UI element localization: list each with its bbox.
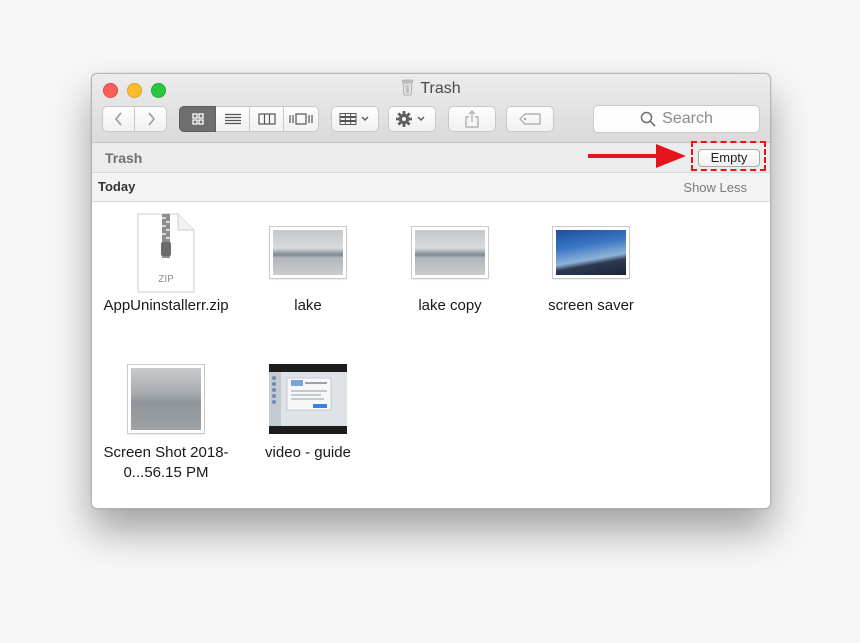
- file-item[interactable]: lake: [238, 210, 378, 316]
- photo-thumbnail: [128, 365, 204, 433]
- trash-icon: [401, 79, 414, 101]
- current-location-label: Trash: [105, 150, 143, 166]
- file-name: screen saver: [548, 297, 634, 314]
- share-button[interactable]: [448, 106, 496, 132]
- tag-button[interactable]: [506, 106, 554, 132]
- file-item[interactable]: lake copy: [380, 210, 520, 316]
- file-thumbnail: [96, 357, 236, 443]
- view-mode-control: [179, 106, 319, 132]
- file-thumbnail: [521, 210, 661, 296]
- window-title: Trash: [92, 79, 770, 99]
- file-item[interactable]: video - guide: [238, 357, 378, 463]
- search-field[interactable]: Search: [593, 105, 760, 133]
- window-title-text: Trash: [420, 80, 461, 97]
- finder-window: Trash Search Trash Empty Today Show Less…: [91, 73, 771, 509]
- show-less-link[interactable]: Show Less: [683, 180, 747, 195]
- cover-flow-view-button[interactable]: [284, 106, 319, 132]
- section-title: Today: [98, 179, 136, 194]
- red-arrow-icon: [588, 144, 686, 168]
- video-thumbnail: [269, 364, 347, 434]
- file-name: video - guide: [265, 444, 351, 461]
- title-bar: Trash Search: [92, 74, 770, 143]
- list-view-button[interactable]: [216, 106, 250, 132]
- search-icon: [640, 111, 656, 127]
- navigation-buttons: [102, 106, 167, 132]
- file-item[interactable]: screen saver: [521, 210, 661, 316]
- file-item[interactable]: Screen Shot 2018-0...56.15 PM: [96, 357, 236, 483]
- file-thumbnail: [238, 357, 378, 443]
- column-view-button[interactable]: [250, 106, 284, 132]
- file-thumbnail: ZIP: [96, 210, 236, 296]
- file-name: lake: [294, 297, 322, 314]
- gear-icon: [396, 111, 425, 127]
- photo-thumbnail: [553, 227, 629, 278]
- list-view-icon: [224, 113, 241, 125]
- section-header: Today Show Less: [92, 173, 770, 202]
- photo-thumbnail: [270, 227, 346, 278]
- file-name: lake copy: [418, 297, 482, 314]
- icon-view-button[interactable]: [179, 106, 216, 132]
- back-button[interactable]: [102, 106, 135, 132]
- chevron-right-icon: [147, 112, 155, 126]
- forward-button[interactable]: [135, 106, 167, 132]
- file-thumbnail: [380, 210, 520, 296]
- search-placeholder: Search: [662, 110, 713, 127]
- file-item[interactable]: ZIP AppUninstallerr.zip: [96, 210, 236, 316]
- highlight-box: [691, 141, 766, 171]
- arrange-icon: [339, 113, 369, 125]
- photo-thumbnail: [412, 227, 488, 278]
- cover-flow-icon: [289, 113, 313, 125]
- column-view-icon: [257, 113, 276, 125]
- file-name: Screen Shot 2018-0...56.15 PM: [103, 444, 229, 481]
- arrange-button[interactable]: [331, 106, 379, 132]
- icon-view-icon: [191, 113, 204, 125]
- zip-file-icon: ZIP: [137, 213, 195, 293]
- zip-badge: ZIP: [158, 274, 174, 285]
- file-name: AppUninstallerr.zip: [103, 297, 229, 314]
- file-thumbnail: [238, 210, 378, 296]
- chevron-left-icon: [114, 112, 122, 126]
- file-grid: ZIP AppUninstallerr.zip lake lake copy s…: [92, 202, 770, 508]
- tag-icon: [519, 113, 541, 125]
- action-button[interactable]: [388, 106, 436, 132]
- share-icon: [465, 110, 479, 128]
